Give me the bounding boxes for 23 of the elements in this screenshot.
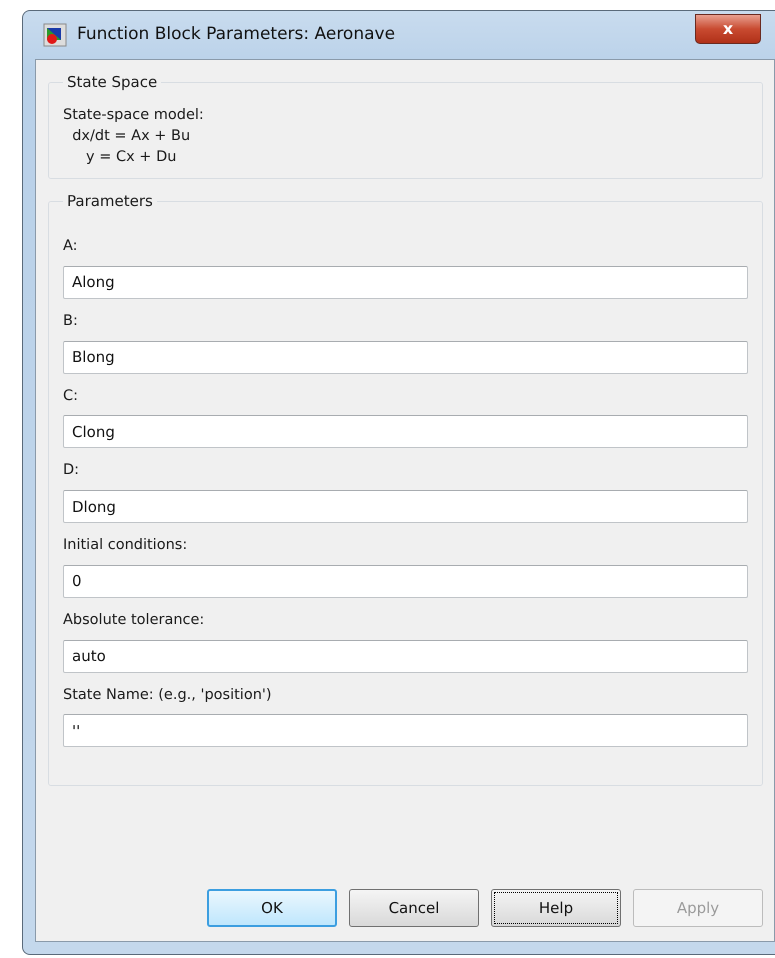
description-line: State-space model:: [63, 106, 205, 125]
description-line: y = Cx + Du: [85, 148, 178, 167]
input-field[interactable]: Blong: [63, 340, 748, 374]
field-label: State Name: (e.g., 'position'): [63, 686, 273, 704]
input-field[interactable]: Dlong: [63, 490, 748, 523]
field-label: D:: [63, 461, 80, 480]
input-field[interactable]: Clong: [63, 415, 748, 448]
dialog-button[interactable]: OK: [207, 889, 337, 927]
window-title: Function Block Parameters: Aeronave: [77, 23, 396, 46]
field-label: A:: [63, 237, 79, 256]
input-field[interactable]: Along: [63, 266, 748, 299]
description-line: dx/dt = Ax + Bu: [71, 127, 192, 146]
dialog-button[interactable]: Cancel: [349, 889, 479, 927]
field-label: Absolute tolerance:: [63, 610, 206, 630]
input-field[interactable]: '': [63, 714, 748, 748]
input-field[interactable]: 0: [63, 564, 748, 598]
close-button[interactable]: x: [695, 14, 761, 44]
input-field[interactable]: auto: [63, 640, 748, 672]
field-label: C:: [63, 386, 80, 406]
field-label: B:: [63, 312, 79, 331]
field-label: Initial conditions:: [63, 536, 188, 555]
dialog-button[interactable]: Help: [491, 889, 621, 927]
block-icon: [43, 23, 67, 47]
